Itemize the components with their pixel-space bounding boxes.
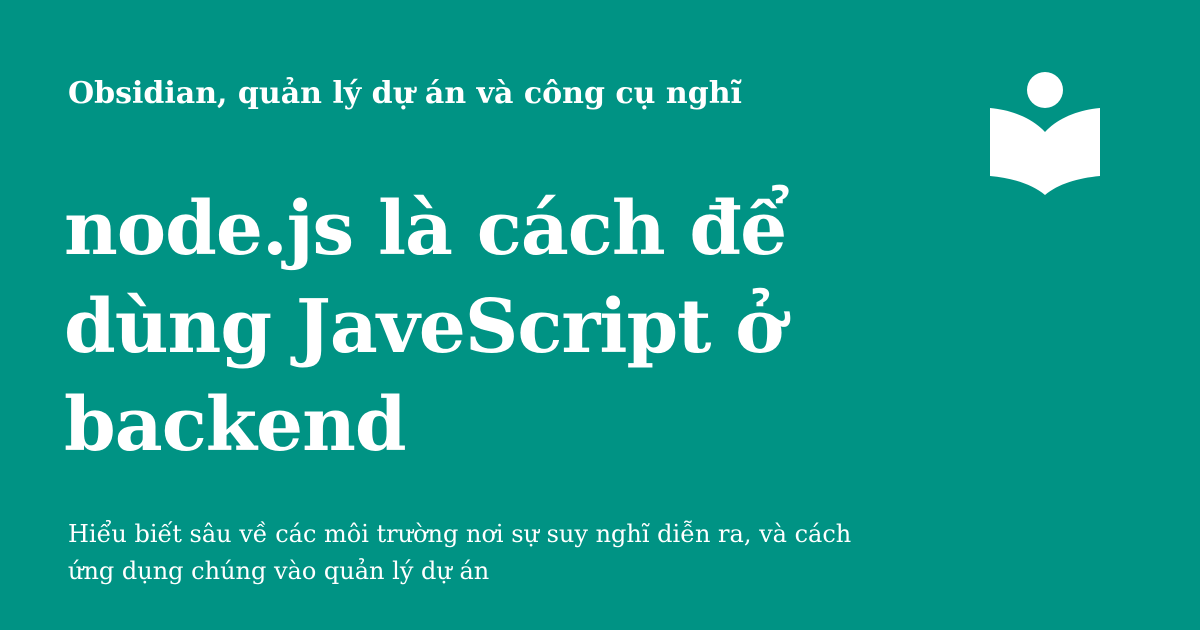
site-name: Obsidian, quản lý dự án và công cụ nghĩ <box>68 76 742 111</box>
page-title: node.js là cách để dùng JaveScript ở bac… <box>64 186 787 468</box>
page-subtitle: Hiểu biết sâu về các môi trường nơi sự s… <box>68 520 852 585</box>
social-card: Obsidian, quản lý dự án và công cụ nghĩ … <box>0 0 1200 630</box>
reading-person-book-icon <box>990 72 1100 195</box>
